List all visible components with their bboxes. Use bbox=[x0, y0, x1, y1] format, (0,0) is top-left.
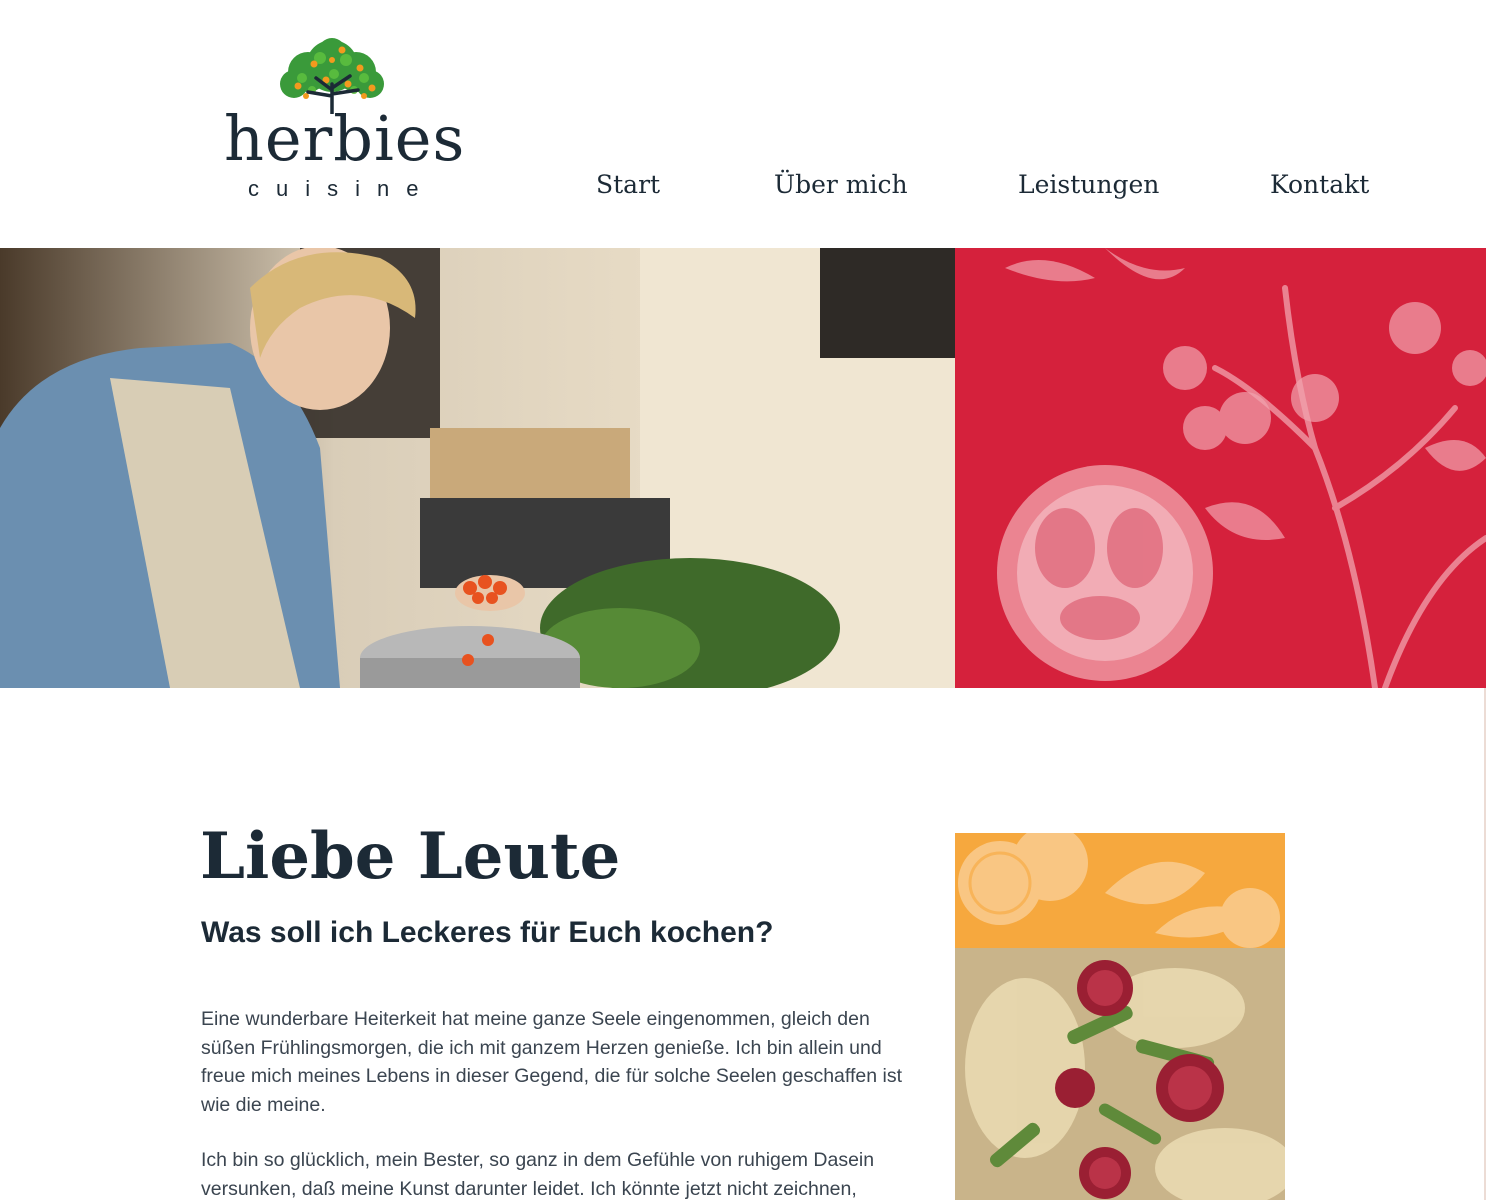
page-subtitle: Was soll ich Leckeres für Euch kochen? bbox=[201, 916, 774, 949]
brand-name: herbies bbox=[224, 102, 466, 175]
main-nav: Start Über mich Leistungen Kontakt bbox=[0, 170, 1486, 206]
nav-item-ueber-mich[interactable]: Über mich bbox=[774, 170, 908, 199]
page-title: Liebe Leute bbox=[200, 819, 621, 894]
orange-lemon-illustration bbox=[955, 833, 1285, 948]
body-paragraph: Ich bin so glücklich, mein Bester, so ga… bbox=[201, 1149, 875, 1200]
hero-banner bbox=[0, 248, 1486, 688]
roasted-vegetables-photo bbox=[955, 948, 1285, 1200]
hero-tomato-illustration bbox=[955, 248, 1486, 688]
hero-cooking-photo bbox=[0, 248, 955, 688]
intro-paragraph: Eine wunderbare Heiterkeit hat meine gan… bbox=[201, 1008, 902, 1116]
nav-item-start[interactable]: Start bbox=[596, 170, 660, 199]
nav-item-leistungen[interactable]: Leistungen bbox=[1018, 170, 1159, 199]
side-food-image bbox=[955, 833, 1285, 1200]
nav-item-kontakt[interactable]: Kontakt bbox=[1270, 170, 1369, 199]
site-header: herbies cuisine Start Über mich Leistung… bbox=[0, 0, 1486, 248]
